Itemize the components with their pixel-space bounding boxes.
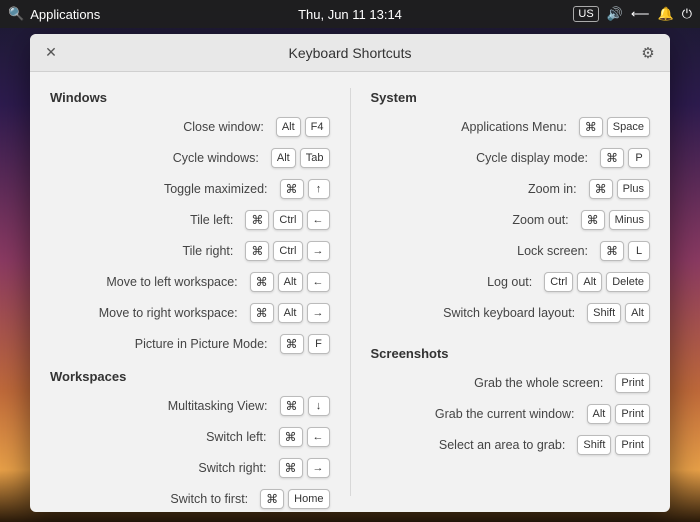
volume-icon[interactable]: 🔊 xyxy=(607,6,623,22)
notification-icon[interactable]: 🔔 xyxy=(658,6,674,22)
system-section-title: System xyxy=(371,90,651,105)
power-icon[interactable]: ⏻ xyxy=(682,6,692,22)
search-icon: 🔍 xyxy=(8,6,24,22)
dialog-content: Windows Close window: Alt F4 Cycle windo… xyxy=(30,72,670,512)
shortcut-tile-left: Tile left: ⌘ Ctrl ← xyxy=(50,208,330,232)
left-column: Windows Close window: Alt F4 Cycle windo… xyxy=(50,88,330,496)
right-column: System Applications Menu: ⌘ Space Cycle … xyxy=(371,88,651,496)
shortcut-zoom-in: Zoom in: ⌘ Plus xyxy=(371,177,651,201)
keyboard-shortcuts-dialog: ✕ Keyboard Shortcuts ⚙ Windows Close win… xyxy=(30,34,670,512)
keyboard-layout-badge[interactable]: US xyxy=(573,6,598,22)
shortcut-applications-menu: Applications Menu: ⌘ Space xyxy=(371,115,651,139)
shortcut-grab-whole-screen: Grab the whole screen: Print xyxy=(371,371,651,395)
shortcut-cycle-windows: Cycle windows: Alt Tab xyxy=(50,146,330,170)
dialog-titlebar: ✕ Keyboard Shortcuts ⚙ xyxy=(30,34,670,72)
shortcut-tile-right: Tile right: ⌘ Ctrl → xyxy=(50,239,330,263)
shortcut-cycle-display: Cycle display mode: ⌘ P xyxy=(371,146,651,170)
shortcut-switch-left: Switch left: ⌘ ← xyxy=(50,425,330,449)
shortcut-move-left-workspace: Move to left workspace: ⌘ Alt ← xyxy=(50,270,330,294)
shortcut-switch-keyboard-layout: Switch keyboard layout: Shift Alt xyxy=(371,301,651,325)
shortcut-close-window: Close window: Alt F4 xyxy=(50,115,330,139)
shortcut-log-out: Log out: Ctrl Alt Delete xyxy=(371,270,651,294)
shortcut-select-area-grab: Select an area to grab: Shift Print xyxy=(371,433,651,457)
topbar-right: US 🔊 ⟵ 🔔 ⏻ xyxy=(573,6,692,22)
battery-icon[interactable]: ⟵ xyxy=(631,6,650,22)
workspaces-section-title: Workspaces xyxy=(50,369,330,384)
shortcut-move-right-workspace: Move to right workspace: ⌘ Alt → xyxy=(50,301,330,325)
dialog-title: Keyboard Shortcuts xyxy=(289,45,412,61)
shortcut-multitasking-view: Multitasking View: ⌘ ↓ xyxy=(50,394,330,418)
topbar: 🔍 Applications Thu, Jun 11 13:14 US 🔊 ⟵ … xyxy=(0,0,700,28)
shortcut-zoom-out: Zoom out: ⌘ Minus xyxy=(371,208,651,232)
windows-section-title: Windows xyxy=(50,90,330,105)
shortcut-grab-current-window: Grab the current window: Alt Print xyxy=(371,402,651,426)
topbar-left: 🔍 Applications xyxy=(8,6,100,22)
app-menu-label[interactable]: Applications xyxy=(30,7,100,22)
topbar-datetime: Thu, Jun 11 13:14 xyxy=(298,7,402,22)
settings-icon[interactable]: ⚙ xyxy=(638,43,658,63)
shortcut-switch-first: Switch to first: ⌘ Home xyxy=(50,487,330,511)
close-button[interactable]: ✕ xyxy=(42,44,60,62)
shortcut-lock-screen: Lock screen: ⌘ L xyxy=(371,239,651,263)
column-divider xyxy=(350,88,351,496)
screenshots-section-title: Screenshots xyxy=(371,346,651,361)
shortcut-switch-right: Switch right: ⌘ → xyxy=(50,456,330,480)
shortcut-pip: Picture in Picture Mode: ⌘ F xyxy=(50,332,330,356)
shortcut-toggle-maximized: Toggle maximized: ⌘ ↑ xyxy=(50,177,330,201)
